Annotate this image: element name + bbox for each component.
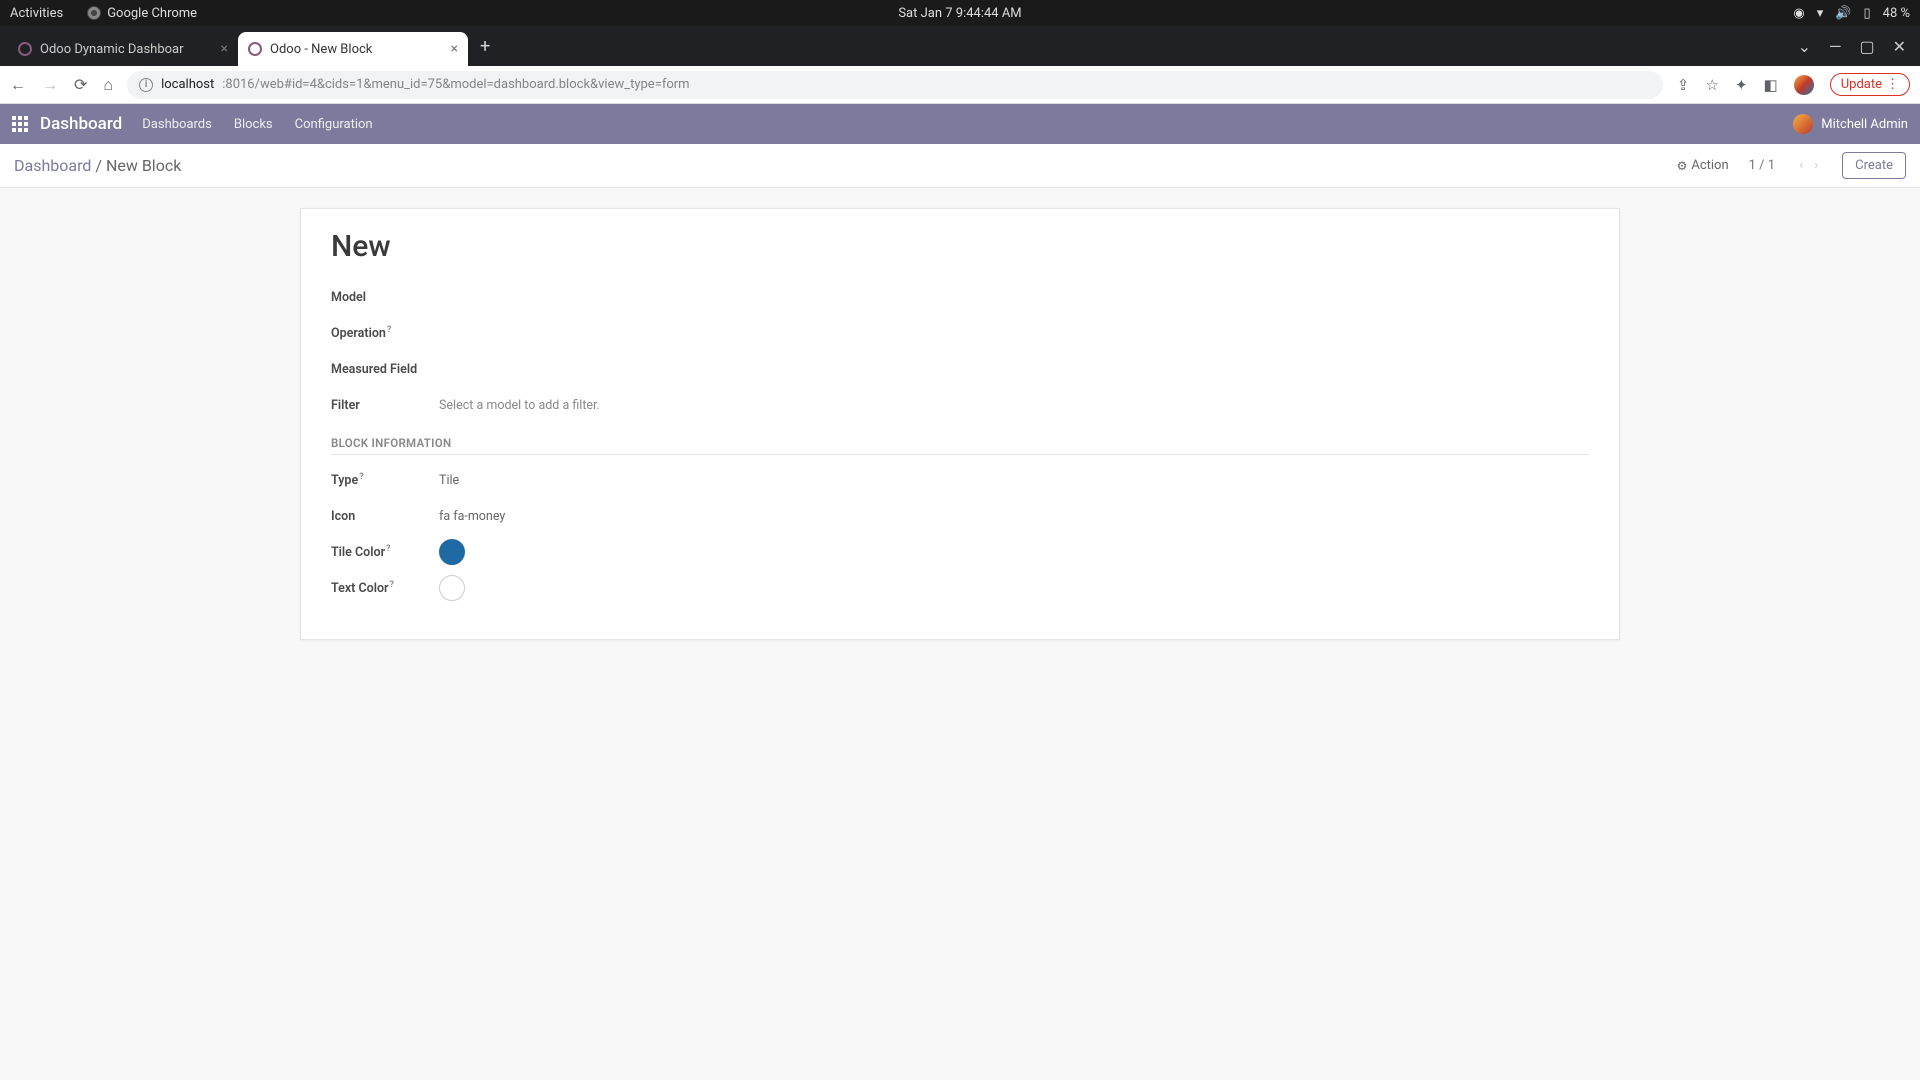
tile-color-swatch[interactable] [439, 539, 465, 565]
extensions-icon[interactable]: ✦ [1735, 76, 1748, 94]
record-title: New [331, 229, 1589, 264]
module-title[interactable]: Dashboard [40, 114, 122, 134]
pager-prev-icon[interactable]: ‹ [1795, 158, 1807, 173]
text-color-swatch[interactable] [439, 575, 465, 601]
field-icon[interactable]: Icon fa fa-money [331, 501, 1589, 531]
section-block-information: BLOCK INFORMATION [331, 436, 1589, 450]
tab-close-icon[interactable]: × [221, 41, 228, 57]
nav-home-icon[interactable]: ⌂ [103, 75, 113, 95]
site-info-icon[interactable]: i [139, 78, 153, 92]
breadcrumb: Dashboard / New Block [14, 156, 181, 175]
user-avatar-icon [1793, 114, 1813, 134]
profile-avatar-icon[interactable] [1794, 75, 1814, 95]
tab-title: Odoo - New Block [270, 42, 372, 57]
field-tile-color[interactable]: Tile Color? [331, 537, 1589, 567]
nav-item-blocks[interactable]: Blocks [234, 117, 273, 132]
help-icon[interactable]: ? [390, 580, 394, 590]
window-maximize-icon[interactable]: ▢ [1859, 37, 1874, 56]
field-label-text-color: Text Color [331, 581, 389, 596]
window-close-icon[interactable]: ✕ [1893, 37, 1906, 56]
control-bar: Dashboard / New Block ⚙ Action 1 / 1 ‹ ›… [0, 144, 1920, 188]
browser-address-bar: ← → ⟳ ⌂ i localhost :8016/web#id=4&cids=1… [0, 66, 1920, 104]
activities-button[interactable]: Activities [10, 6, 63, 21]
share-icon[interactable]: ⇪ [1677, 76, 1690, 94]
battery-percent: 48 % [1883, 6, 1910, 21]
form-container: New Model Operation? Measured Field Filt… [0, 188, 1920, 660]
form-sheet: New Model Operation? Measured Field Filt… [300, 208, 1620, 640]
section-divider [331, 454, 1589, 455]
pager[interactable]: 1 / 1 [1749, 158, 1775, 173]
action-label: Action [1691, 158, 1728, 173]
os-top-bar: Activities Google Chrome Sat Jan 7 9:44:… [0, 0, 1920, 26]
breadcrumb-root[interactable]: Dashboard [14, 156, 91, 175]
field-label-measured: Measured Field [331, 362, 439, 377]
url-path: :8016/web#id=4&cids=1&menu_id=75&model=d… [222, 77, 689, 92]
field-label-tile-color: Tile Color [331, 545, 385, 560]
nav-forward-icon: → [42, 75, 58, 95]
field-type[interactable]: Type? Tile [331, 465, 1589, 495]
tab-search-icon[interactable]: ⌄ [1798, 37, 1811, 56]
odoo-favicon-icon [248, 42, 262, 56]
bookmark-icon[interactable]: ☆ [1706, 76, 1719, 94]
url-host: localhost [161, 77, 214, 92]
nav-back-icon[interactable]: ← [10, 75, 26, 95]
help-icon[interactable]: ? [386, 544, 390, 554]
browser-tab-strip: Odoo Dynamic Dashboar × Odoo - New Block… [0, 26, 1920, 66]
breadcrumb-sep: / [95, 156, 102, 175]
network-icon[interactable]: ◉ [1793, 6, 1804, 21]
tab-title: Odoo Dynamic Dashboar [40, 42, 184, 57]
nav-reload-icon[interactable]: ⟳ [74, 75, 87, 94]
sidepanel-icon[interactable]: ◧ [1764, 76, 1778, 94]
field-label-operation: Operation [331, 326, 386, 341]
field-value-icon: fa fa-money [439, 509, 505, 524]
field-text-color[interactable]: Text Color? [331, 573, 1589, 603]
volume-icon[interactable]: 🔊 [1835, 6, 1851, 21]
tab-close-icon[interactable]: × [451, 41, 458, 57]
field-label-filter: Filter [331, 398, 439, 413]
user-menu[interactable]: Mitchell Admin [1793, 114, 1908, 134]
field-label-type: Type [331, 473, 358, 488]
field-filter[interactable]: Filter Select a model to add a filter. [331, 390, 1589, 420]
field-measured[interactable]: Measured Field [331, 354, 1589, 384]
field-label-icon: Icon [331, 509, 439, 524]
chrome-update-button[interactable]: Update ⋮ [1830, 73, 1910, 96]
create-button[interactable]: Create [1842, 152, 1906, 179]
pager-next-icon[interactable]: › [1810, 158, 1822, 173]
user-name: Mitchell Admin [1821, 117, 1908, 132]
browser-tab-inactive[interactable]: Odoo Dynamic Dashboar × [8, 32, 238, 66]
browser-tab-active[interactable]: Odoo - New Block × [238, 32, 468, 66]
url-input[interactable]: i localhost :8016/web#id=4&cids=1&menu_id… [127, 71, 1663, 99]
running-app-label: Google Chrome [107, 6, 197, 21]
gear-icon: ⚙ [1677, 159, 1688, 173]
field-model[interactable]: Model [331, 282, 1589, 312]
battery-icon[interactable]: ▯ [1863, 6, 1870, 21]
nav-item-configuration[interactable]: Configuration [295, 117, 373, 132]
nav-item-dashboards[interactable]: Dashboards [142, 117, 212, 132]
chrome-icon [87, 6, 101, 20]
field-label-model: Model [331, 290, 439, 305]
odoo-favicon-icon [18, 42, 32, 56]
apps-launcher-icon[interactable] [12, 116, 28, 132]
kebab-icon: ⋮ [1886, 77, 1899, 92]
odoo-top-nav: Dashboard Dashboards Blocks Configuratio… [0, 104, 1920, 144]
new-tab-button[interactable]: + [468, 36, 502, 57]
os-clock: Sat Jan 7 9:44:44 AM [898, 6, 1021, 21]
help-icon[interactable]: ? [387, 325, 391, 335]
wifi-icon[interactable]: ▾ [1817, 6, 1824, 21]
running-app-chrome[interactable]: Google Chrome [87, 6, 197, 21]
field-operation[interactable]: Operation? [331, 318, 1589, 348]
window-minimize-icon[interactable]: — [1829, 37, 1842, 56]
field-value-type: Tile [439, 473, 459, 488]
field-value-filter: Select a model to add a filter. [439, 398, 600, 413]
action-dropdown[interactable]: ⚙ Action [1677, 158, 1729, 173]
help-icon[interactable]: ? [359, 472, 363, 482]
breadcrumb-current: New Block [106, 156, 181, 175]
update-label: Update [1841, 77, 1882, 92]
